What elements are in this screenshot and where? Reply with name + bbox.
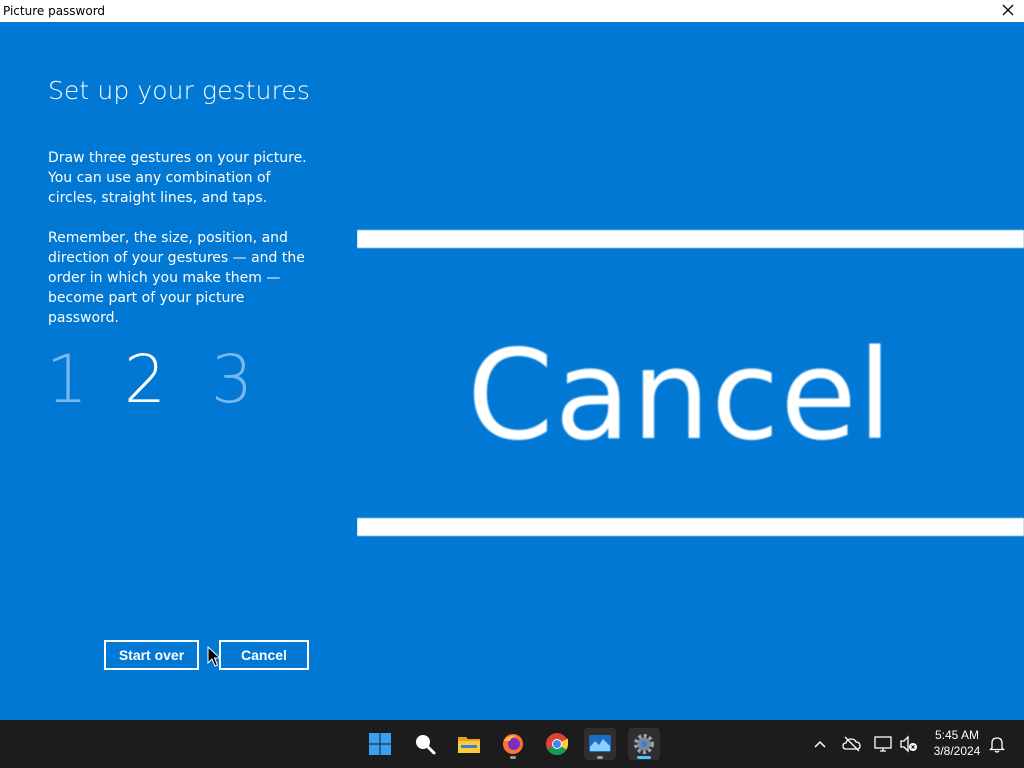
firefox-running-indicator — [510, 756, 516, 759]
chrome-icon[interactable] — [541, 728, 573, 760]
gesture-step-3: 3 — [211, 341, 253, 418]
firefox-icon[interactable] — [497, 728, 529, 760]
task-manager-icon[interactable] — [584, 728, 616, 760]
instructions-paragraph: Draw three gestures on your picture. You… — [48, 150, 307, 206]
page-title: Set up your gestures — [48, 76, 311, 105]
title-bar: Picture password — [0, 0, 1024, 22]
picture-password-window: Picture password Set up your gestures Dr… — [0, 0, 1024, 768]
setup-panel: Set up your gestures Draw three gestures… — [0, 22, 1024, 720]
window-title: Picture password — [3, 4, 106, 18]
picture-top-bar — [357, 230, 1024, 248]
settings-icon[interactable] — [628, 728, 660, 760]
windows-start-icon[interactable] — [364, 728, 396, 760]
start-over-button[interactable]: Start over — [104, 640, 199, 670]
gesture-step-2-current: 2 — [124, 341, 166, 418]
settings-active-indicator — [637, 756, 651, 759]
close-icon[interactable] — [1000, 2, 1016, 18]
cancel-button[interactable]: Cancel — [219, 640, 309, 670]
password-picture[interactable]: Cancel — [357, 206, 1024, 552]
gesture-step-1: 1 — [46, 341, 88, 418]
notification-bell-icon[interactable] — [987, 734, 1007, 754]
search-icon[interactable] — [409, 728, 441, 760]
clock-date: 3/8/2024 — [933, 744, 981, 758]
volume-muted-icon[interactable] — [899, 734, 919, 754]
picture-text: Cancel — [467, 324, 894, 468]
picture-bottom-bar — [357, 518, 1024, 536]
system-clock[interactable]: 5:45 AM 3/8/2024 — [926, 727, 988, 759]
onedrive-offline-icon[interactable] — [842, 734, 862, 754]
file-explorer-icon[interactable] — [453, 728, 485, 760]
mouse-pointer-icon — [207, 645, 222, 668]
task-manager-running-indicator — [597, 756, 603, 759]
chevron-up-icon[interactable] — [810, 734, 830, 754]
taskbar: 5:45 AM 3/8/2024 — [0, 720, 1024, 768]
clock-time: 5:45 AM — [934, 728, 980, 742]
network-icon[interactable] — [873, 734, 893, 754]
reminder-paragraph: Remember, the size, position, and direct… — [48, 230, 305, 326]
